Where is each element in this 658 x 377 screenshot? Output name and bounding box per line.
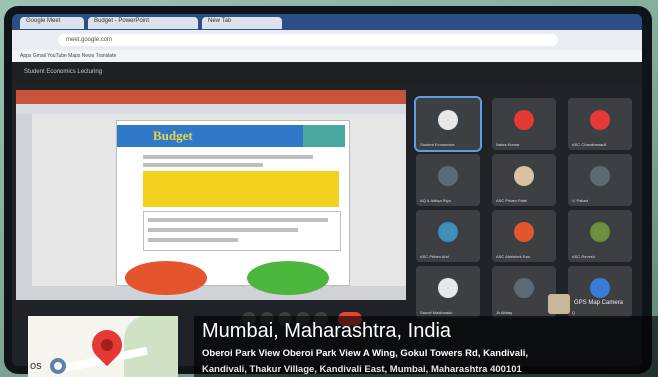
participant-name: ASC Pritam Ahd <box>420 254 449 259</box>
avatar <box>590 222 610 242</box>
bookmarks-bar[interactable]: Apps Gmail YouTube Maps News Translate <box>12 50 642 62</box>
slide-text-line <box>148 218 328 222</box>
participant-tile[interactable]: Student Economics <box>414 96 482 152</box>
participant-tile[interactable]: V. Pallavi <box>568 154 632 206</box>
avatar <box>514 278 534 298</box>
participant-tile[interactable]: Naina Kumar <box>492 98 556 150</box>
participant-tile[interactable]: Jk Abhay <box>492 266 556 318</box>
location-address-line1: Oberoi Park View Oberoi Park View A Wing… <box>202 348 528 359</box>
slide-text-box <box>143 211 341 251</box>
participant-name: ASC Pritam Patel <box>496 198 528 203</box>
browser-tab-strip: Google Meet Budget - PowerPoint New Tab <box>12 14 642 30</box>
presentation-view: Budget <box>16 90 406 300</box>
avatar <box>438 278 458 298</box>
participant-tile[interactable]: ASC Revesh <box>568 210 632 262</box>
location-address-line2: Kandivali, Thakur Village, Kandivali Eas… <box>202 364 522 375</box>
slide-title: Budget <box>153 128 193 143</box>
avatar <box>438 110 458 130</box>
slide-red-oval <box>125 261 207 295</box>
map-park-area <box>124 316 178 377</box>
participant-grid: Student Economics Naina Kumar ASC Chandr… <box>414 96 642 318</box>
slide-thumbnails-pane <box>16 114 32 300</box>
avatar <box>514 166 534 186</box>
participant-name: ASC Chandramauli <box>572 142 607 147</box>
slide-text-line <box>148 238 238 242</box>
participant-tile[interactable]: ASC Pritam Patel <box>492 154 556 206</box>
powerpoint-ribbon <box>16 90 406 104</box>
participant-tile[interactable]: ASC Pritam Ahd <box>416 210 480 262</box>
browser-tab[interactable]: Google Meet <box>20 17 84 29</box>
location-city: Mumbai, Maharashtra, India <box>202 320 452 342</box>
powerpoint-status-bar <box>16 286 406 300</box>
participant-name: AQ & Aditya Riya <box>420 198 451 203</box>
slide-text-line <box>143 155 313 159</box>
participant-name: ASC Revesh <box>572 254 595 259</box>
monitor-screen: Google Meet Budget - PowerPoint New Tab … <box>12 14 642 366</box>
gps-camera-thumbnail <box>548 294 570 314</box>
avatar <box>514 222 534 242</box>
gps-camera-badge: GPS Map Camera <box>548 294 642 314</box>
avatar <box>590 166 610 186</box>
slide-accent <box>303 125 345 147</box>
slide-highlight-box <box>143 171 339 207</box>
participant-name: Student Economics <box>420 142 455 147</box>
gps-camera-label: GPS Map Camera <box>574 300 624 306</box>
avatar <box>438 222 458 242</box>
browser-toolbar: meet.google.com <box>12 30 642 50</box>
browser-tab[interactable]: Budget - PowerPoint <box>88 17 198 29</box>
avatar <box>514 110 534 130</box>
map-thumbnail: os <box>28 316 178 377</box>
slide-title-bar: Budget <box>117 125 303 147</box>
participant-name: Saurel Maldonado <box>420 310 453 315</box>
participant-tile[interactable]: Saurel Maldonado <box>416 266 480 318</box>
slide: Budget <box>116 120 350 295</box>
avatar <box>590 110 610 130</box>
meet-header: Student Economics Lecturing <box>12 62 642 84</box>
participant-tile[interactable]: ASC Chandramauli <box>568 98 632 150</box>
participant-name: Jk Abhay <box>496 310 513 315</box>
slide-text-line <box>143 163 263 167</box>
pin-hole <box>98 336 116 354</box>
photo-background: Google Meet Budget - PowerPoint New Tab … <box>0 0 658 377</box>
participant-name: Naina Kumar <box>496 142 520 147</box>
address-bar[interactable]: meet.google.com <box>58 34 558 46</box>
slide-text-line <box>148 228 298 232</box>
meeting-title: Student Economics Lecturing <box>24 69 103 75</box>
powerpoint-toolbar <box>16 104 406 114</box>
slide-green-oval <box>247 261 329 295</box>
browser-tab[interactable]: New Tab <box>202 17 282 29</box>
participant-name: ASC Abhishek Rao <box>496 254 531 259</box>
map-label-fragment: os <box>30 360 42 372</box>
map-marker-ring <box>50 358 66 374</box>
avatar <box>438 166 458 186</box>
participant-tile[interactable]: ASC Abhishek Rao <box>492 210 556 262</box>
location-overlay: Mumbai, Maharashtra, India Oberoi Park V… <box>194 316 658 377</box>
participant-name: V. Pallavi <box>572 198 589 203</box>
participant-tile[interactable]: AQ & Aditya Riya <box>416 154 480 206</box>
